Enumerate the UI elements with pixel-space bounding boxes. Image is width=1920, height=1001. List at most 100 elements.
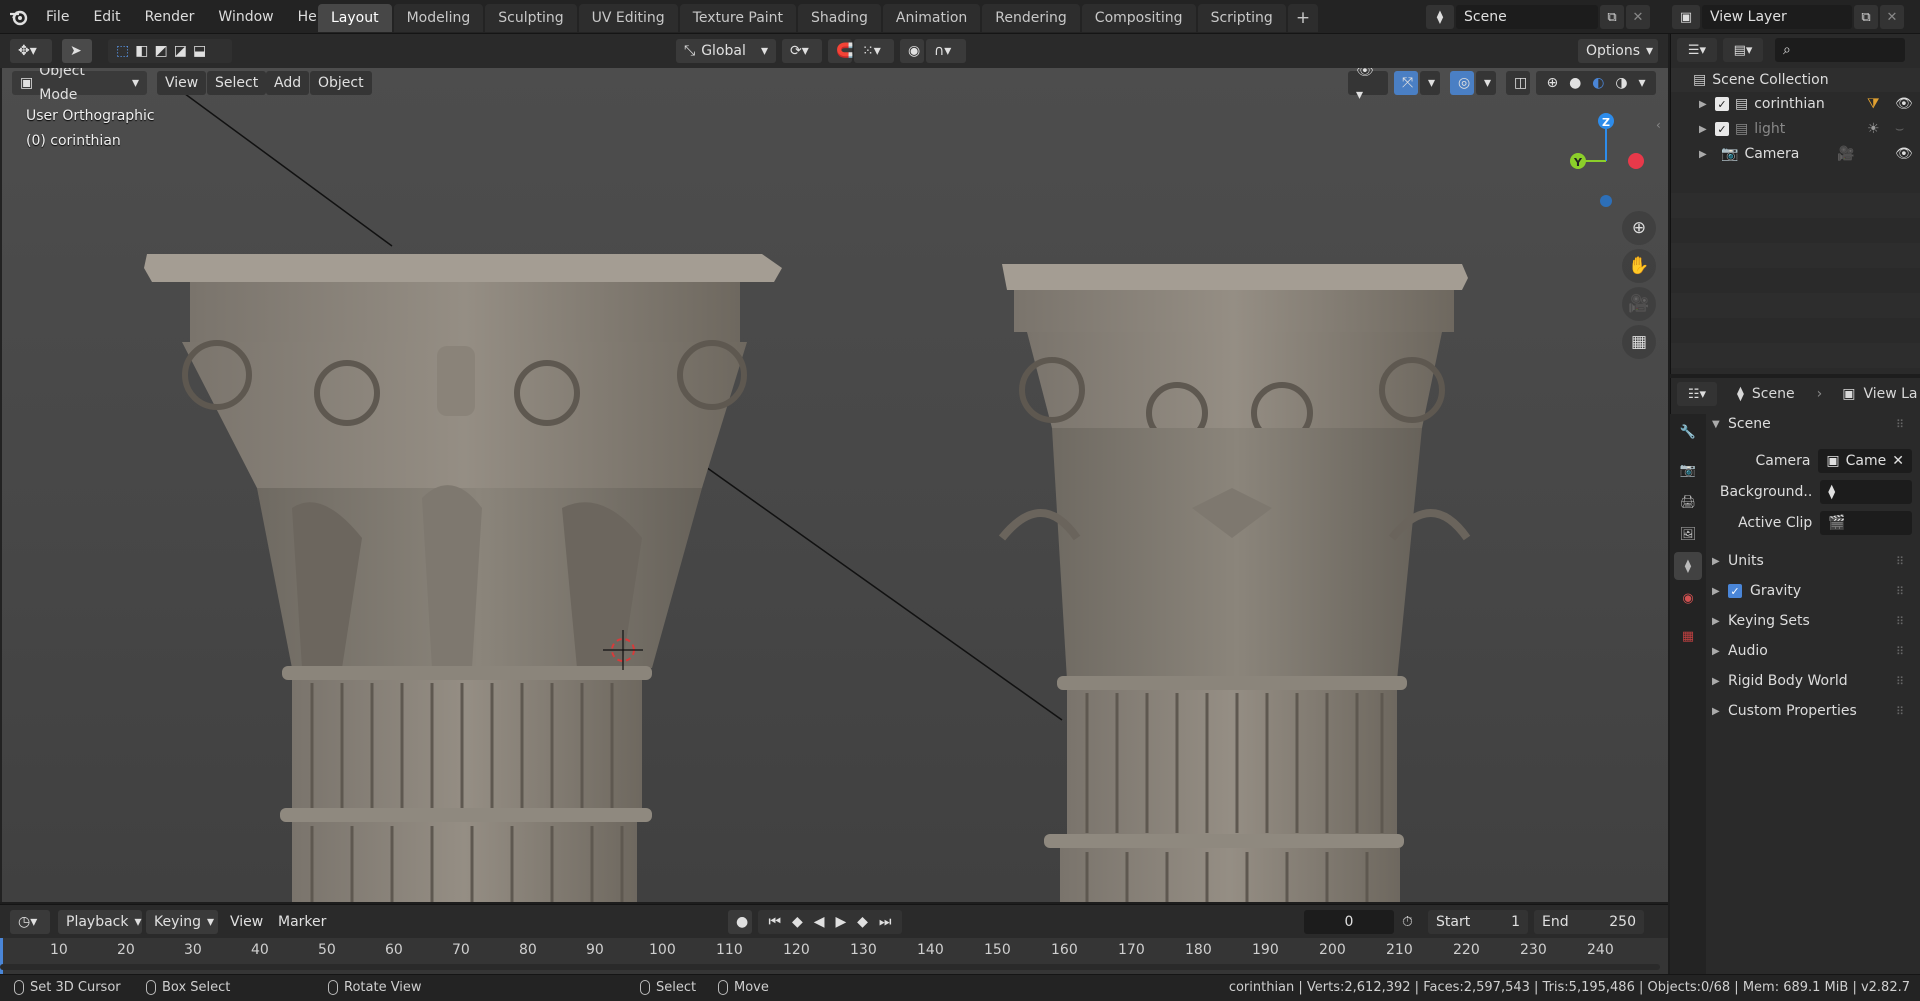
gizmo-x-axis[interactable]: [1628, 153, 1644, 169]
proportional-edit-icon[interactable]: ◉: [900, 39, 924, 63]
navigation-gizmo[interactable]: Z Y: [1570, 113, 1644, 207]
audio-panel[interactable]: ▶ Audio ⠿: [1712, 638, 1912, 664]
overlays-toggle-icon[interactable]: ◎: [1450, 71, 1474, 95]
timeline-scrollbar[interactable]: [0, 964, 1660, 970]
solid-shading-icon[interactable]: ●: [1569, 71, 1581, 95]
tab-scripting[interactable]: Scripting: [1197, 4, 1286, 32]
new-view-layer-icon[interactable]: ⧉: [1854, 5, 1878, 29]
selection-mode-icons[interactable]: ⬚ ◧ ◩ ◪ ⬓: [108, 39, 232, 63]
menu-render[interactable]: Render: [133, 9, 207, 25]
menu-edit[interactable]: Edit: [81, 9, 132, 25]
eye-icon[interactable]: 👁: [1895, 146, 1913, 162]
prev-keyframe-icon[interactable]: ◆: [792, 910, 803, 934]
record-icon[interactable]: ●: [728, 910, 752, 934]
snap-target-icon[interactable]: ⁙▾: [854, 39, 894, 63]
tool-tab-icon[interactable]: 🔧: [1674, 418, 1702, 446]
shading-dropdown-icon[interactable]: ▾: [1638, 71, 1645, 95]
active-clip-field[interactable]: 🎬: [1820, 511, 1912, 535]
3d-viewport[interactable]: Z Y ▣ Object Mode ▾ View Select Add Obje…: [0, 68, 1668, 902]
new-scene-icon[interactable]: ⧉: [1600, 5, 1624, 29]
background-scene-field[interactable]: ⧫: [1820, 480, 1912, 504]
view-layer-icon[interactable]: ▣: [1672, 5, 1700, 29]
tab-shading[interactable]: Shading: [798, 4, 881, 32]
keying-sets-panel[interactable]: ▶ Keying Sets ⠿: [1712, 608, 1912, 634]
outliner-editor-icon[interactable]: ☰▾: [1677, 38, 1717, 62]
outliner-search-input[interactable]: ⌕: [1775, 38, 1905, 62]
drag-handle-icon[interactable]: ⠿: [1896, 615, 1904, 628]
timeline-editor-icon[interactable]: ◷▾: [10, 910, 50, 934]
render-tab-icon[interactable]: 📷: [1674, 456, 1702, 484]
tab-compositing[interactable]: Compositing: [1081, 4, 1196, 32]
scene-panel-header[interactable]: ▼ Scene ⠿: [1712, 411, 1912, 437]
play-reverse-icon[interactable]: ◀: [814, 910, 825, 934]
include-checkbox[interactable]: ✓: [1715, 97, 1729, 111]
view-layer-tab-icon[interactable]: 🖼: [1674, 520, 1702, 548]
viewport-menu-object[interactable]: Object: [310, 71, 372, 95]
viewport-menu-select[interactable]: Select: [207, 71, 267, 95]
viewport-menu-view[interactable]: View: [157, 71, 207, 95]
timeline-menu-view[interactable]: View: [222, 910, 271, 934]
tab-uv-editing[interactable]: UV Editing: [578, 4, 678, 32]
include-checkbox[interactable]: ✓: [1715, 122, 1729, 136]
rigid-body-world-panel[interactable]: ▶ Rigid Body World ⠿: [1712, 668, 1912, 694]
overlays-dropdown-icon[interactable]: ▾: [1476, 71, 1496, 95]
scene-name-field[interactable]: Scene: [1456, 5, 1598, 29]
tab-sculpting[interactable]: Sculpting: [485, 4, 577, 32]
display-mode-icon[interactable]: ▤▾: [1723, 38, 1763, 62]
blender-logo-icon[interactable]: [8, 6, 30, 28]
menu-file[interactable]: File: [34, 9, 81, 25]
menu-window[interactable]: Window: [206, 9, 285, 25]
outliner-item-light[interactable]: ▶ ✓ ▤ light ☀ ⌣: [1671, 117, 1920, 141]
drag-handle-icon[interactable]: ⠿: [1896, 645, 1904, 658]
camera-view-icon[interactable]: 🎥: [1622, 287, 1656, 321]
outliner-item-corinthian[interactable]: ▶ ✓ ▤ corinthian ⧩ 👁: [1671, 92, 1920, 116]
outliner-scene-collection[interactable]: ▤ Scene Collection: [1671, 68, 1920, 92]
jump-end-icon[interactable]: ⏭: [879, 910, 892, 934]
xray-toggle-icon[interactable]: ◫: [1506, 71, 1530, 95]
scene-icon[interactable]: ⧫: [1426, 5, 1454, 29]
rendered-shading-icon[interactable]: ◑: [1615, 71, 1627, 95]
eye-icon[interactable]: 👁: [1895, 96, 1913, 112]
stopwatch-icon[interactable]: ⏱: [1402, 914, 1413, 930]
world-tab-icon[interactable]: ◉: [1674, 584, 1702, 612]
gizmo-dropdown-icon[interactable]: ▾: [1420, 71, 1440, 95]
gravity-panel[interactable]: ▶ ✓ Gravity ⠿: [1712, 578, 1912, 604]
view-layer-field[interactable]: View Layer: [1702, 5, 1852, 29]
end-frame-field[interactable]: End 250: [1534, 910, 1644, 934]
editor-type-icon[interactable]: ✥▾: [10, 39, 52, 63]
gizmo-toggle-icon[interactable]: ⤧: [1394, 71, 1418, 95]
tab-texture-paint[interactable]: Texture Paint: [679, 4, 797, 32]
gizmo-neg-z-axis[interactable]: [1600, 195, 1612, 207]
timeline-ruler[interactable]: 10 20 30 40 50 60 70 80 90 100 110 120 1…: [0, 938, 1668, 974]
scene-tab-icon[interactable]: ⧫: [1674, 552, 1702, 580]
tab-animation[interactable]: Animation: [882, 4, 981, 32]
drag-handle-icon[interactable]: ⠿: [1896, 705, 1904, 718]
wireframe-shading-icon[interactable]: ⊕: [1546, 71, 1558, 95]
select-tool-icon[interactable]: ➤: [62, 39, 92, 63]
custom-properties-panel[interactable]: ▶ Custom Properties ⠿: [1712, 698, 1912, 724]
jump-start-icon[interactable]: ⏮: [768, 910, 781, 934]
next-keyframe-icon[interactable]: ◆: [857, 910, 868, 934]
delete-view-layer-icon[interactable]: ✕: [1880, 5, 1904, 29]
falloff-icon[interactable]: ∩▾: [926, 39, 966, 63]
eye-hidden-icon[interactable]: ⌣: [1895, 121, 1904, 137]
shading-mode-group[interactable]: ⊕ ● ◐ ◑ ▾: [1536, 71, 1656, 95]
current-frame-field[interactable]: 0: [1304, 910, 1394, 934]
tab-rendering[interactable]: Rendering: [982, 4, 1080, 32]
keying-dropdown[interactable]: Keying ▾: [146, 910, 218, 934]
viewport-menu-add[interactable]: Add: [266, 71, 310, 95]
pan-hand-icon[interactable]: ✋: [1622, 249, 1656, 283]
mode-dropdown[interactable]: ▣ Object Mode ▾: [12, 68, 147, 103]
camera-field[interactable]: ▣ Came ✕: [1818, 449, 1912, 473]
drag-handle-icon[interactable]: ⠿: [1896, 555, 1904, 568]
units-panel[interactable]: ▶ Units ⠿: [1712, 548, 1912, 574]
add-workspace-icon[interactable]: +: [1287, 4, 1319, 32]
zoom-icon[interactable]: ⊕: [1622, 211, 1656, 245]
clear-icon[interactable]: ✕: [1892, 449, 1904, 473]
ortho-grid-icon[interactable]: ▦: [1622, 325, 1656, 359]
expand-arrow-icon[interactable]: ▶: [1699, 149, 1715, 160]
pivot-point-icon[interactable]: ⟳▾: [782, 39, 822, 63]
gravity-checkbox[interactable]: ✓: [1728, 584, 1742, 598]
play-icon[interactable]: ▶: [835, 910, 846, 934]
output-tab-icon[interactable]: 🖨: [1674, 488, 1702, 516]
